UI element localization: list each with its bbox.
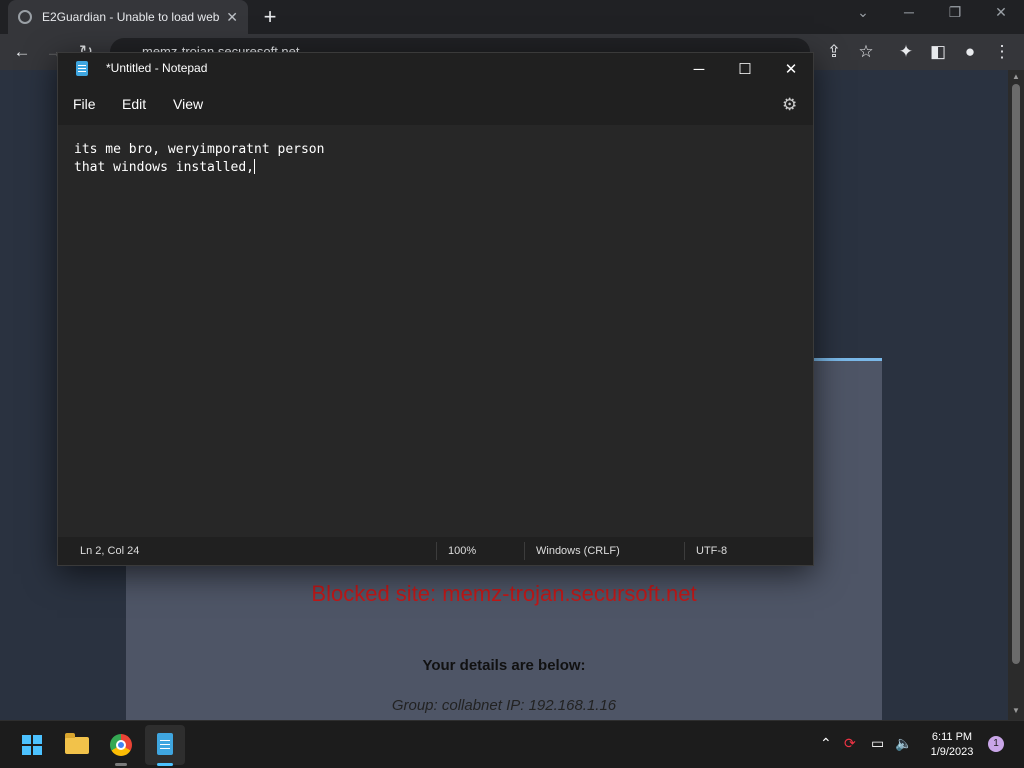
status-line-ending: Windows (CRLF) (536, 545, 620, 557)
text-caret (254, 159, 256, 174)
file-explorer-button[interactable] (57, 725, 97, 765)
details-heading: Your details are below: (422, 657, 586, 674)
share-icon[interactable]: ⇪ (822, 40, 846, 64)
browser-tab-strip: E2Guardian - Unable to load web ✕ + ⌄ ─ … (0, 0, 1024, 34)
notepad-close-button[interactable]: ✕ (768, 57, 814, 83)
menu-view[interactable]: View (173, 96, 203, 112)
sync-alert-icon[interactable]: ⟳ (844, 735, 856, 752)
status-divider (436, 542, 437, 560)
folder-icon (65, 733, 89, 754)
text-line-2: that windows installed, (74, 160, 255, 175)
running-indicator (115, 763, 127, 766)
taskbar: ⌃ ⟳ ▭ 🔈 6:11 PM 1/9/2023 1 (0, 720, 1024, 768)
status-encoding: UTF-8 (696, 545, 728, 557)
notepad-text-area[interactable]: its me bro, weryimporatnt person that wi… (58, 125, 813, 537)
network-icon[interactable]: ▭ (871, 735, 884, 752)
notepad-titlebar[interactable]: *Untitled - Notepad ─ ☐ ✕ (58, 53, 813, 85)
clock[interactable]: 6:11 PM 1/9/2023 (918, 730, 986, 760)
notepad-title: *Untitled - Notepad (106, 61, 208, 75)
group-ip-line: Group: collabnet IP: 192.168.1.16 (391, 697, 617, 714)
side-panel-icon[interactable]: ◧ (926, 40, 950, 64)
clock-date: 1/9/2023 (930, 746, 974, 758)
notepad-taskbar-button[interactable] (145, 725, 185, 766)
notepad-icon (76, 61, 88, 76)
notepad-menubar: File Edit View ⚙ (58, 85, 813, 125)
blocked-site-text: Blocked site: memz-trojan.secursoft.net (311, 581, 697, 606)
status-divider (524, 542, 525, 560)
text-line-1: its me bro, weryimporatnt person (74, 142, 325, 157)
page-scrollbar[interactable]: ▲ ▼ (1008, 70, 1024, 720)
chrome-icon (110, 734, 132, 756)
active-indicator (157, 763, 173, 766)
status-divider (684, 542, 685, 560)
tab-title: E2Guardian - Unable to load web (42, 10, 220, 24)
status-zoom: 100% (448, 545, 477, 557)
volume-icon[interactable]: 🔈 (895, 735, 912, 752)
bookmark-star-icon[interactable]: ☆ (854, 40, 878, 64)
settings-gear-icon[interactable]: ⚙ (782, 95, 797, 115)
scroll-up-icon[interactable]: ▲ (1008, 72, 1024, 81)
menu-file[interactable]: File (73, 96, 96, 112)
notepad-icon (157, 733, 173, 755)
notepad-minimize-button[interactable]: ─ (676, 57, 722, 83)
chrome-taskbar-button[interactable] (101, 725, 141, 766)
tab-search-icon[interactable]: ⌄ (840, 4, 886, 21)
profile-icon[interactable]: ● (958, 40, 982, 64)
browser-restore-button[interactable]: ❐ (932, 4, 978, 21)
clock-time: 6:11 PM (931, 731, 973, 743)
start-button[interactable] (12, 725, 52, 765)
browser-minimize-button[interactable]: ─ (886, 4, 932, 20)
browser-close-button[interactable]: ✕ (978, 4, 1024, 21)
globe-icon (18, 10, 32, 24)
menu-icon[interactable]: ⋮ (990, 40, 1014, 64)
notepad-statusbar: Ln 2, Col 24 100% Windows (CRLF) UTF-8 (58, 537, 813, 565)
notepad-window: *Untitled - Notepad ─ ☐ ✕ File Edit View… (57, 52, 814, 566)
show-hidden-icons-icon[interactable]: ⌃ (820, 735, 832, 752)
extensions-icon[interactable]: ✦ (894, 40, 918, 64)
browser-tab[interactable]: E2Guardian - Unable to load web ✕ (8, 0, 248, 34)
menu-edit[interactable]: Edit (122, 96, 146, 112)
back-icon[interactable]: ← (10, 40, 34, 64)
scrollbar-thumb[interactable] (1012, 84, 1020, 664)
notification-badge[interactable]: 1 (988, 736, 1004, 752)
notepad-maximize-button[interactable]: ☐ (722, 57, 768, 83)
new-tab-button[interactable]: + (260, 4, 280, 30)
status-position: Ln 2, Col 24 (80, 545, 140, 557)
windows-logo-icon (22, 735, 42, 755)
tab-close-icon[interactable]: ✕ (226, 9, 238, 26)
scroll-down-icon[interactable]: ▼ (1008, 706, 1024, 715)
